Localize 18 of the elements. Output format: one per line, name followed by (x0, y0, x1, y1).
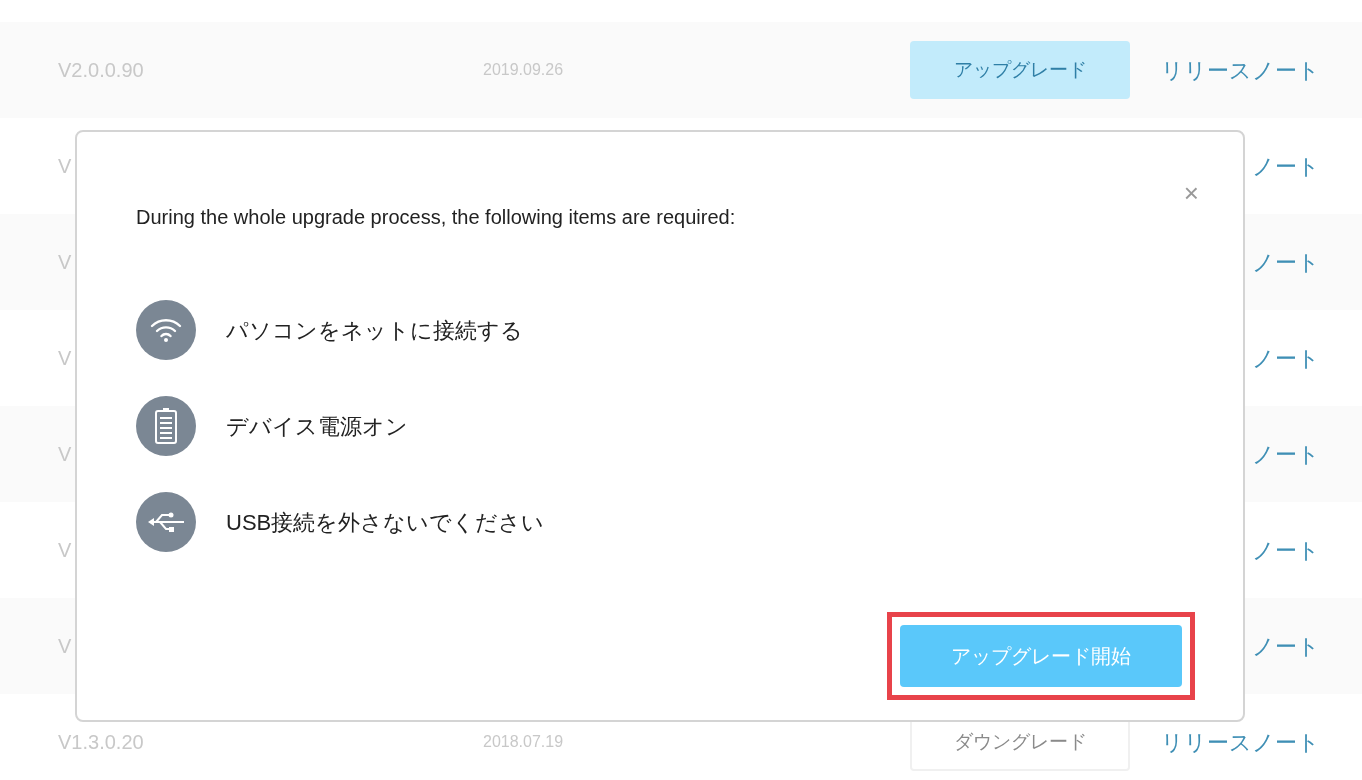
start-upgrade-button[interactable]: アップグレード開始 (900, 625, 1182, 687)
release-notes-link[interactable]: リリースノート (1161, 53, 1320, 87)
release-notes-link[interactable]: ノート (1252, 341, 1320, 375)
close-button[interactable]: × (1183, 180, 1199, 206)
release-notes-link[interactable]: ノート (1252, 149, 1320, 183)
release-notes-link[interactable]: ノート (1252, 533, 1320, 567)
battery-icon (154, 407, 178, 445)
release-notes-link[interactable]: ノート (1252, 437, 1320, 471)
wifi-icon (149, 317, 183, 343)
requirement-text: デバイス電源オン (226, 412, 408, 441)
release-notes-link[interactable]: ノート (1252, 629, 1320, 663)
release-notes-link[interactable]: リリースノート (1161, 725, 1320, 759)
upgrade-button[interactable]: アップグレード (910, 41, 1130, 99)
requirement-text: パソコンをネットに接続する (226, 316, 523, 345)
requirement-text: USB接続を外さないでください (226, 508, 545, 537)
usb-icon (146, 510, 186, 534)
dialog-heading: During the whole upgrade process, the following items are required: (136, 205, 737, 230)
release-notes-link[interactable]: ノート (1252, 245, 1320, 279)
